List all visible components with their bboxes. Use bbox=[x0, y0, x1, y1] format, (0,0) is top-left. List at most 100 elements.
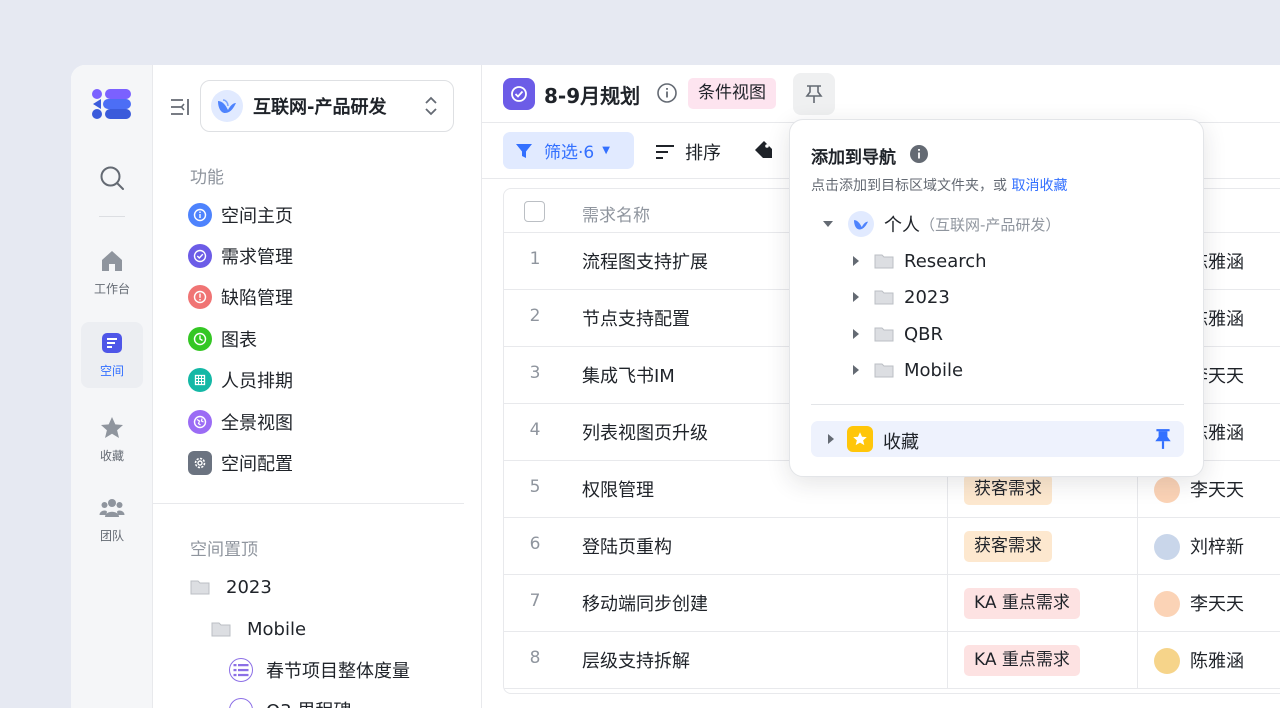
view-header: 8-9月规划 条件视图 bbox=[482, 65, 1280, 123]
app-logo-icon[interactable] bbox=[91, 87, 133, 121]
workspace-selector[interactable]: 互联网-产品研发 bbox=[200, 80, 454, 132]
row-number: 4 bbox=[529, 420, 541, 440]
workspace-avatar bbox=[848, 211, 874, 237]
rail-item-workbench[interactable]: 工作台 bbox=[81, 240, 143, 306]
tag-icon[interactable] bbox=[752, 139, 774, 161]
tree-doc-q3-milestone[interactable]: Q3 里程碑 bbox=[229, 695, 351, 708]
folder-icon bbox=[874, 290, 894, 305]
category-cell[interactable]: KA 重点需求 bbox=[947, 575, 1137, 632]
category-tag: KA 重点需求 bbox=[964, 588, 1080, 619]
sidebar-item-space-home[interactable]: 空间主页 bbox=[188, 200, 293, 230]
unfavorite-link[interactable]: 取消收藏 bbox=[1011, 178, 1067, 194]
table-row[interactable]: 6 登陆页重构 获客需求 刘梓新 bbox=[504, 518, 1280, 575]
row-number: 3 bbox=[529, 363, 541, 383]
tree-item-label: Mobile bbox=[247, 618, 307, 640]
category-tag: KA 重点需求 bbox=[964, 645, 1080, 676]
sidebar-item-requirements[interactable]: 需求管理 bbox=[188, 241, 293, 271]
owner-name: 刘梓新 bbox=[1190, 537, 1244, 558]
sidebar-item-defects[interactable]: 缺陷管理 bbox=[188, 282, 293, 312]
workspace-name: 互联网-产品研发 bbox=[253, 97, 387, 118]
tree-root-sublabel: （互联网-产品研发） bbox=[920, 215, 1061, 234]
list-doc-icon bbox=[229, 698, 253, 708]
owner-cell[interactable]: 陈雅涵 bbox=[1137, 632, 1280, 689]
table-row[interactable]: 8 层级支持拆解 KA 重点需求 陈雅涵 bbox=[504, 632, 1280, 689]
filter-icon bbox=[516, 143, 532, 158]
triangle-right-icon bbox=[853, 329, 859, 339]
tree-doc-spring-metrics[interactable]: 春节项目整体度量 bbox=[229, 655, 410, 685]
requirement-name[interactable]: 登陆页重构 bbox=[582, 533, 672, 559]
category-cell[interactable]: 获客需求 bbox=[947, 518, 1137, 575]
sidebar-item-schedule[interactable]: 人员排期 bbox=[188, 365, 293, 395]
category-cell[interactable]: KA 重点需求 bbox=[947, 632, 1137, 689]
sidebar-item-panorama[interactable]: 全景视图 bbox=[188, 407, 293, 437]
team-icon bbox=[99, 499, 125, 517]
alert-icon bbox=[188, 285, 212, 309]
chevron-down-icon: ▼ bbox=[602, 145, 610, 156]
tree-folder-mobile[interactable]: Mobile bbox=[850, 356, 963, 384]
rail-item-space[interactable]: 空间 bbox=[81, 322, 143, 388]
app-window: 工作台 空间 收藏 团队 互联网-产品研发 功能 空间主页 需求管理 缺陷管理 … bbox=[71, 65, 1280, 708]
tree-root-label: 个人 bbox=[884, 215, 920, 236]
owner-name: 李天天 bbox=[1190, 594, 1244, 615]
tree-folder-mobile[interactable]: Mobile bbox=[211, 614, 306, 644]
sort-label: 排序 bbox=[685, 143, 721, 164]
rail-item-label: 工作台 bbox=[93, 282, 130, 296]
owner-cell[interactable]: 刘梓新 bbox=[1137, 518, 1280, 575]
bird-logo-icon bbox=[218, 99, 236, 113]
folder-icon bbox=[874, 363, 894, 378]
add-to-nav-popover: 添加到导航 点击添加到目标区域文件夹，或 取消收藏 个人 （互联网-产品研发） … bbox=[789, 119, 1204, 477]
triangle-down-icon bbox=[823, 221, 833, 227]
pin-button[interactable] bbox=[793, 73, 835, 115]
sidebar-item-space-settings[interactable]: 空间配置 bbox=[188, 448, 293, 478]
tree-folder-research[interactable]: Research bbox=[850, 247, 987, 275]
star-icon bbox=[847, 426, 873, 452]
row-number: 2 bbox=[529, 306, 541, 326]
rail-item-favorites[interactable]: 收藏 bbox=[81, 407, 143, 473]
rail-item-label: 团队 bbox=[99, 529, 124, 543]
info-icon[interactable] bbox=[656, 82, 678, 104]
requirement-name[interactable]: 移动端同步创建 bbox=[582, 590, 708, 616]
tree-folder-2023[interactable]: 2023 bbox=[850, 283, 950, 311]
search-icon[interactable] bbox=[99, 165, 125, 191]
rail-item-team[interactable]: 团队 bbox=[81, 487, 143, 553]
folder-icon bbox=[874, 327, 894, 342]
tree-item-label: 2023 bbox=[226, 576, 272, 598]
favorites-label: 收藏 bbox=[883, 432, 919, 453]
tree-folder-qbr[interactable]: QBR bbox=[850, 320, 943, 348]
owner-cell[interactable]: 李天天 bbox=[1137, 575, 1280, 632]
sidebar-item-charts[interactable]: 图表 bbox=[188, 324, 257, 354]
owner-name: 陈雅涵 bbox=[1190, 651, 1244, 672]
row-number: 7 bbox=[529, 591, 541, 611]
select-all-checkbox[interactable] bbox=[524, 201, 545, 222]
star-icon bbox=[101, 417, 123, 438]
tree-root-personal[interactable]: 个人 （互联网-产品研发） bbox=[822, 210, 1060, 238]
requirement-name[interactable]: 节点支持配置 bbox=[582, 305, 690, 331]
sidebar-divider bbox=[153, 503, 464, 504]
info-icon[interactable] bbox=[909, 144, 929, 164]
pin-filled-icon[interactable] bbox=[1152, 428, 1174, 450]
rail-item-label: 空间 bbox=[99, 364, 124, 378]
favorites-row[interactable]: 收藏 bbox=[811, 421, 1184, 457]
folder-label: Mobile bbox=[904, 359, 964, 381]
row-number: 8 bbox=[529, 648, 541, 668]
tree-folder-2023[interactable]: 2023 bbox=[190, 572, 272, 602]
sidebar: 互联网-产品研发 功能 空间主页 需求管理 缺陷管理 图表 人员排期 全景视图 … bbox=[153, 65, 482, 708]
sort-icon bbox=[656, 145, 674, 159]
requirement-name[interactable]: 权限管理 bbox=[582, 476, 654, 502]
sidebar-item-label: 空间主页 bbox=[221, 206, 293, 227]
filter-button[interactable]: 筛选·6 ▼ bbox=[503, 132, 634, 169]
requirement-name[interactable]: 列表视图页升级 bbox=[582, 419, 708, 445]
space-icon bbox=[102, 333, 122, 353]
folder-label: Research bbox=[904, 250, 987, 272]
requirement-name[interactable]: 流程图支持扩展 bbox=[582, 248, 708, 274]
table-row[interactable]: 7 移动端同步创建 KA 重点需求 李天天 bbox=[504, 575, 1280, 632]
pin-icon bbox=[805, 85, 823, 103]
triangle-right-icon bbox=[853, 292, 859, 302]
filter-label: 筛选·6 bbox=[544, 143, 595, 163]
triangle-right-icon bbox=[853, 256, 859, 266]
requirement-name[interactable]: 集成飞书IM bbox=[582, 362, 675, 388]
pinned-section-title: 空间置顶 bbox=[190, 540, 258, 560]
sort-button[interactable]: 排序 bbox=[655, 139, 721, 165]
requirement-name[interactable]: 层级支持拆解 bbox=[582, 647, 690, 673]
collapse-sidebar-icon[interactable] bbox=[169, 96, 191, 118]
